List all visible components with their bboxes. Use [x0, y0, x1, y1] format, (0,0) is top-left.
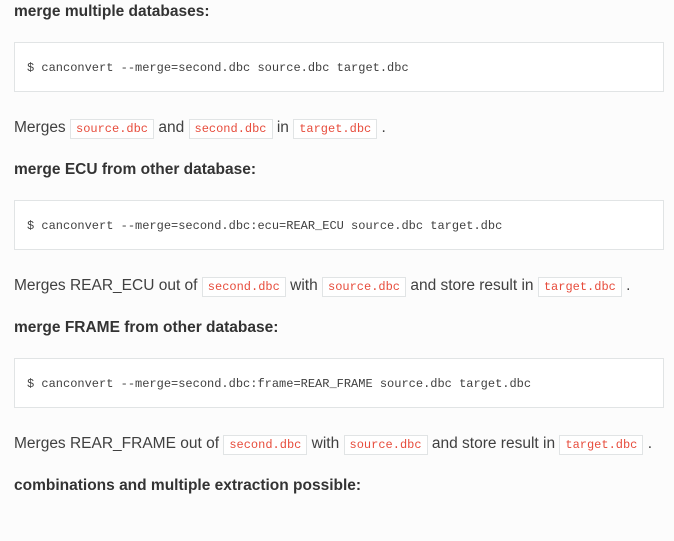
desc-text: and store result in	[410, 277, 538, 294]
desc-text: and	[158, 119, 188, 136]
section-heading: combinations and multiple extraction pos…	[14, 474, 664, 498]
code-block: $ canconvert --merge=second.dbc:frame=RE…	[14, 358, 664, 408]
section-heading: merge FRAME from other database:	[14, 316, 664, 340]
inline-code: target.dbc	[538, 277, 622, 297]
desc-text: and store result in	[432, 435, 560, 452]
desc-text: .	[382, 119, 386, 136]
inline-code: target.dbc	[293, 119, 377, 139]
section-heading: merge multiple databases:	[14, 0, 664, 24]
code-content: $ canconvert --merge=second.dbc:ecu=REAR…	[27, 219, 502, 233]
desc-text: Merges REAR_ECU out of	[14, 277, 202, 294]
desc-text: Merges REAR_FRAME out of	[14, 435, 223, 452]
inline-code: second.dbc	[202, 277, 286, 297]
code-block: $ canconvert --merge=second.dbc:ecu=REAR…	[14, 200, 664, 250]
desc-text: in	[277, 119, 293, 136]
desc-text: .	[648, 435, 652, 452]
section-description: Merges REAR_FRAME out of second.dbc with…	[14, 432, 664, 456]
code-content: $ canconvert --merge=second.dbc source.d…	[27, 61, 409, 75]
code-content: $ canconvert --merge=second.dbc:frame=RE…	[27, 377, 531, 391]
section-heading: merge ECU from other database:	[14, 158, 664, 182]
inline-code: second.dbc	[223, 435, 307, 455]
inline-code: source.dbc	[70, 119, 154, 139]
inline-code: source.dbc	[344, 435, 428, 455]
section-description: Merges REAR_ECU out of second.dbc with s…	[14, 274, 664, 298]
section-description: Merges source.dbc and second.dbc in targ…	[14, 116, 664, 140]
desc-text: Merges	[14, 119, 70, 136]
inline-code: second.dbc	[189, 119, 273, 139]
code-block: $ canconvert --merge=second.dbc source.d…	[14, 42, 664, 92]
inline-code: source.dbc	[322, 277, 406, 297]
desc-text: with	[312, 435, 344, 452]
inline-code: target.dbc	[559, 435, 643, 455]
desc-text: with	[290, 277, 322, 294]
desc-text: .	[626, 277, 630, 294]
